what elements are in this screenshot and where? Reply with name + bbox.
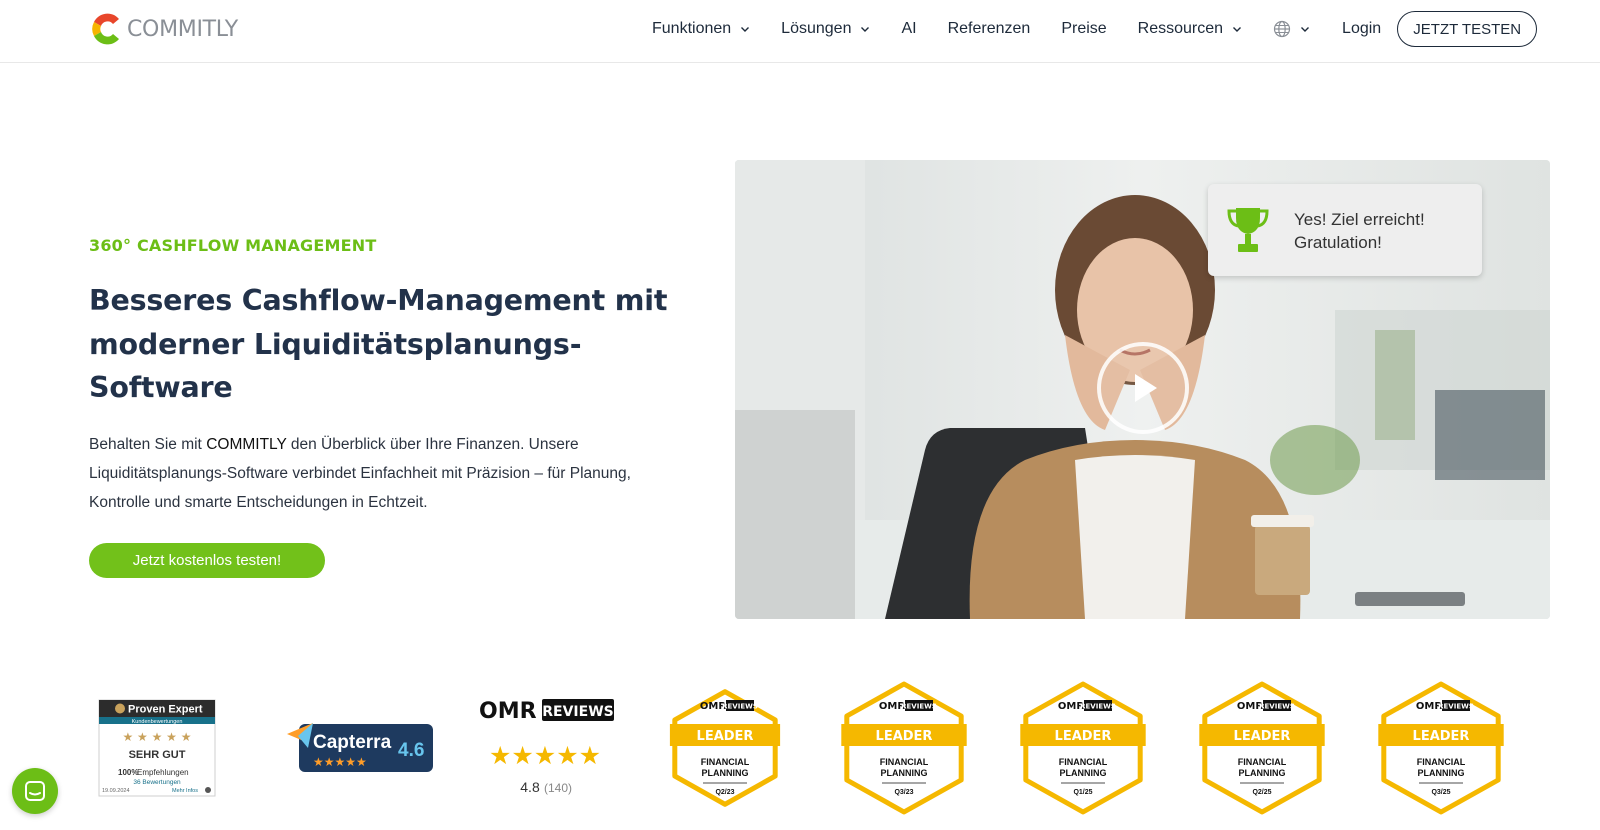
commitly-logo-icon <box>92 13 119 45</box>
capterra-brand: Capterra <box>313 732 392 753</box>
site-header: COMMITLY Funktionen Lösungen AI Referenz… <box>0 0 1600 63</box>
leader-reviews-logo: REVIEWS <box>1438 703 1474 711</box>
nav-item-funktionen[interactable]: Funktionen <box>652 20 750 38</box>
headline-line-3: Software <box>89 371 233 404</box>
leader-title: LEADER <box>1055 729 1112 744</box>
pe-more: Mehr Infos <box>172 788 198 794</box>
nav-item-ressourcen[interactable]: Ressourcen <box>1138 20 1242 38</box>
omr-brand: OMR <box>479 699 537 724</box>
trophy-icon <box>1227 208 1269 252</box>
leader-title: LEADER <box>876 729 933 744</box>
pe-date: 19.09.2024 <box>102 788 130 794</box>
leader-title: LEADER <box>697 729 754 744</box>
hero-headline: Besseres Cashflow-Management mit moderne… <box>89 279 679 410</box>
pe-subtitle: Kundenbewertungen <box>132 719 183 725</box>
leader-title: LEADER <box>1413 729 1470 744</box>
headline-line-1: Besseres Cashflow-Management mit <box>89 284 668 317</box>
leader-reviews-logo: REVIEWS <box>722 703 758 711</box>
proven-expert-badge[interactable]: Proven Expert Kundenbewertungen ★ ★ ★ ★ … <box>98 699 216 797</box>
toast-text: Yes! Ziel erreicht! Gratulation! <box>1294 208 1425 254</box>
nav-item-referenzen[interactable]: Referenzen <box>948 20 1031 38</box>
goal-reached-toast: Yes! Ziel erreicht! Gratulation! <box>1208 184 1482 276</box>
toast-line-2: Gratulation! <box>1294 233 1382 252</box>
leader-reviews-logo: REVIEWS <box>901 703 937 711</box>
leader-category-1: FINANCIAL <box>1238 757 1287 767</box>
capterra-stars-icon: ★★★★★ <box>313 755 367 769</box>
chat-icon <box>25 781 45 801</box>
leader-category-1: FINANCIAL <box>880 757 929 767</box>
pe-verdict: SEHR GUT <box>129 749 186 761</box>
nav-item-preise[interactable]: Preise <box>1061 20 1106 38</box>
leader-category-2: PLANNING <box>1239 768 1286 778</box>
pe-recommend-text: Empfehlungen <box>137 768 189 777</box>
pe-stars-icon: ★ ★ ★ ★ ★ <box>122 730 191 744</box>
leader-category-1: FINANCIAL <box>1417 757 1466 767</box>
capterra-score: 4.6 <box>398 740 424 761</box>
chevron-down-icon <box>1233 27 1242 32</box>
leader-title: LEADER <box>1234 729 1291 744</box>
pe-reviews: 36 Bewertungen <box>133 779 181 786</box>
nav-label: AI <box>901 20 917 37</box>
omr-stars-icon: ★★★★★ <box>489 741 601 770</box>
leader-badges: OMRREVIEWSLEADERFINANCIALPLANNINGQ2/23OM… <box>669 681 1504 815</box>
omr-reviews-label: REVIEWS <box>542 704 613 720</box>
nav-label: Referenzen <box>947 20 1031 37</box>
leader-badge[interactable]: OMRREVIEWSLEADERFINANCIALPLANNINGQ2/23 <box>669 689 781 807</box>
hero-video[interactable]: Yes! Ziel erreicht! Gratulation! <box>735 160 1550 619</box>
leader-reviews-logo: REVIEWS <box>1080 703 1116 711</box>
pe-recommend-pct: 100% <box>118 768 138 777</box>
leader-period: Q2/23 <box>715 789 734 796</box>
omr-reviews-badge[interactable]: OMR REVIEWS ★★★★★ 4.8 (140) <box>479 699 614 795</box>
chat-launcher-button[interactable] <box>12 768 58 814</box>
nav-label: Ressourcen <box>1137 20 1224 37</box>
toast-line-1: Yes! Ziel erreicht! <box>1294 210 1425 229</box>
leader-period: Q3/25 <box>1431 789 1450 796</box>
leader-badge[interactable]: OMRREVIEWSLEADERFINANCIALPLANNINGQ2/25 <box>1199 681 1325 815</box>
main-nav: Funktionen Lösungen AI Referenzen Preise… <box>652 0 1538 58</box>
omr-count: (140) <box>544 781 572 795</box>
description-brand: COMMITLY <box>206 436 287 453</box>
commitly-logo[interactable]: COMMITLY <box>89 10 238 48</box>
leader-badge[interactable]: OMRREVIEWSLEADERFINANCIALPLANNINGQ1/25 <box>1020 681 1146 815</box>
nav-label: Funktionen <box>652 20 732 37</box>
leader-category-2: PLANNING <box>702 768 749 778</box>
capterra-badge[interactable]: Capterra ★★★★★ 4.6 <box>287 723 433 772</box>
headline-line-2: moderner Liquiditätsplanungs- <box>89 327 582 361</box>
leader-category-2: PLANNING <box>1060 768 1107 778</box>
leader-reviews-logo: REVIEWS <box>1259 703 1295 711</box>
free-trial-button[interactable]: Jetzt kostenlos testen! <box>89 543 325 578</box>
leader-badge[interactable]: OMRREVIEWSLEADERFINANCIALPLANNINGQ3/25 <box>1378 681 1504 815</box>
play-icon <box>1135 374 1157 402</box>
nav-item-ai[interactable]: AI <box>901 20 916 38</box>
pe-brand: Proven Expert <box>128 704 203 716</box>
leader-badge[interactable]: OMRREVIEWSLEADERFINANCIALPLANNINGQ3/23 <box>841 681 967 815</box>
language-switcher[interactable] <box>1273 20 1310 38</box>
leader-category-1: FINANCIAL <box>701 757 750 767</box>
leader-category-1: FINANCIAL <box>1059 757 1108 767</box>
hero-description: Behalten Sie mit COMMITLY den Überblick … <box>89 430 679 517</box>
nav-label: Lösungen <box>781 20 852 37</box>
leader-period: Q3/23 <box>894 789 913 796</box>
leader-period: Q2/25 <box>1252 789 1271 796</box>
omr-score: 4.8 <box>520 779 540 795</box>
description-pre: Behalten Sie mit <box>89 436 207 453</box>
chevron-down-icon <box>861 27 870 32</box>
login-link[interactable]: Login <box>1342 20 1381 38</box>
hero-eyebrow: 360° CASHFLOW MANAGEMENT <box>89 236 377 255</box>
play-button[interactable] <box>1097 342 1189 434</box>
leader-period: Q1/25 <box>1073 789 1092 796</box>
chevron-down-icon <box>1301 27 1310 32</box>
nav-item-loesungen[interactable]: Lösungen <box>781 20 870 38</box>
chevron-down-icon <box>741 27 750 32</box>
nav-label: Preise <box>1061 20 1107 37</box>
leader-category-2: PLANNING <box>881 768 928 778</box>
jetzt-testen-button[interactable]: JETZT TESTEN <box>1397 11 1538 47</box>
award-badges: Proven Expert Kundenbewertungen ★ ★ ★ ★ … <box>98 681 1504 815</box>
logo-wordmark: COMMITLY <box>127 16 238 42</box>
leader-category-2: PLANNING <box>1418 768 1465 778</box>
globe-icon <box>1273 20 1291 38</box>
